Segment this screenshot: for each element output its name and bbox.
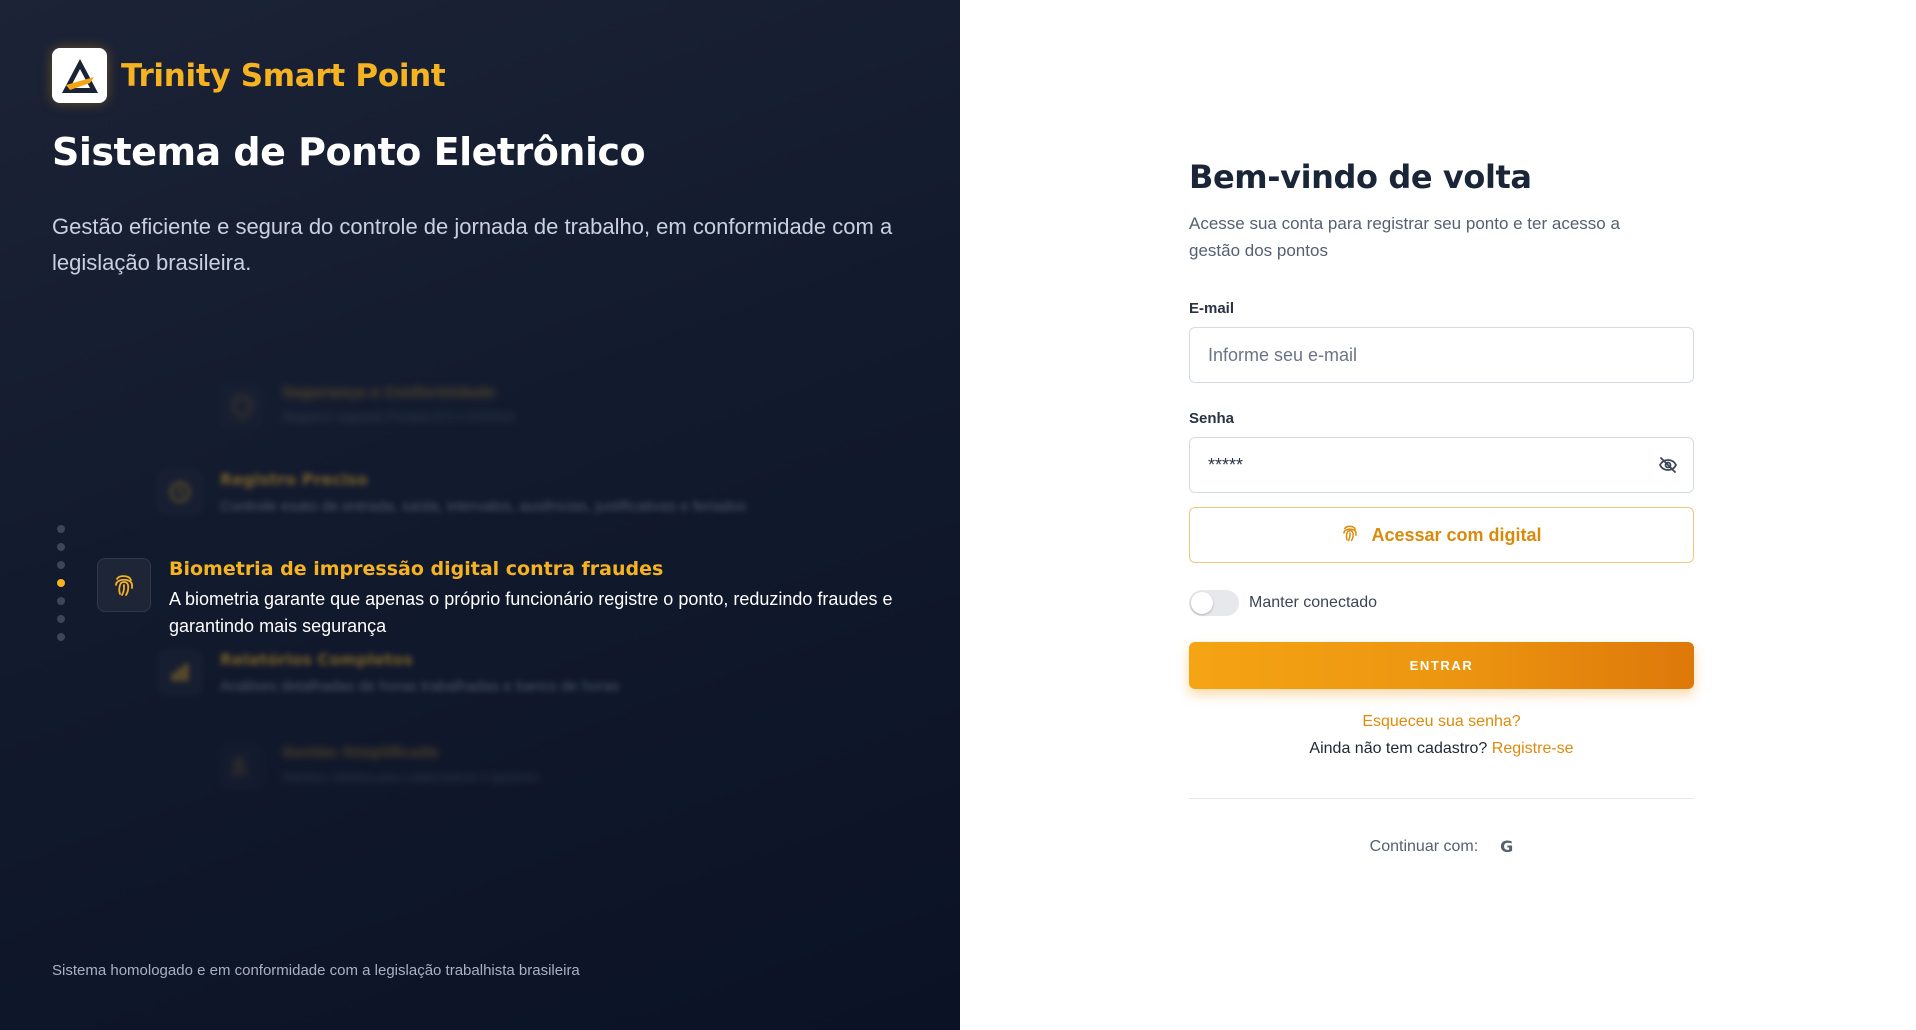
biometric-login-button[interactable]: Acessar com digital (1189, 507, 1694, 563)
continue-with-label: Continuar com: (1369, 837, 1479, 855)
remember-label: Manter conectado (1249, 594, 1378, 611)
feature-description: Controle exato de entrada, saída, interv… (220, 498, 747, 515)
divider (1189, 798, 1694, 799)
brand: Trinity Smart Point (52, 48, 446, 103)
password-field-wrapper (1189, 437, 1694, 493)
feature-item: Registro Preciso Controle exato de entra… (158, 470, 746, 515)
shield-icon (220, 385, 264, 429)
feature-title: Relatórios Completos (220, 650, 413, 669)
feature-description: Registros seguindo Portaria 671 e 373/20… (282, 410, 516, 424)
forgot-password-link[interactable]: Esqueceu sua senha? (1189, 713, 1694, 731)
login-title: Bem-vindo de volta (1189, 158, 1532, 196)
clock-icon (158, 470, 202, 514)
carousel-dot[interactable] (57, 597, 65, 605)
fingerprint-icon (1341, 523, 1359, 548)
remember-row: Manter conectado (1189, 590, 1694, 616)
login-form: Bem-vindo de volta Acesse sua conta para… (1189, 158, 1694, 856)
feature-description: A biometria garante que apenas o próprio… (169, 589, 893, 636)
carousel-dots (57, 525, 65, 651)
email-field[interactable] (1208, 344, 1675, 366)
feature-title: Gestão Simplificada (282, 745, 439, 761)
brand-name: Trinity Smart Point (121, 57, 446, 94)
register-prompt: Ainda não tem cadastro? (1309, 740, 1488, 757)
feature-item: Segurança e Conformidade Registros segui… (220, 385, 516, 429)
remember-toggle[interactable] (1189, 590, 1239, 616)
feature-title: Biometria de impressão digital contra fr… (169, 558, 664, 580)
register-row: Ainda não tem cadastro? Registre-se (1189, 740, 1694, 758)
users-icon (220, 745, 264, 789)
right-panel: Bem-vindo de volta Acesse sua conta para… (960, 0, 1916, 1030)
feature-description: Interface intuitiva para colaboradores e… (282, 770, 539, 784)
carousel-dot[interactable] (57, 525, 65, 533)
biometric-login-label: Acessar com digital (1371, 524, 1542, 545)
password-label: Senha (1189, 410, 1235, 427)
hero-title: Sistema de Ponto Eletrônico (52, 130, 646, 174)
feature-title: Registro Preciso (220, 470, 368, 489)
carousel-dot[interactable] (57, 615, 65, 623)
carousel-dot[interactable] (57, 543, 65, 551)
eye-off-icon[interactable] (1658, 456, 1678, 479)
footer-note: Sistema homologado e em conformidade com… (52, 962, 580, 979)
social-login-row: Continuar com: G (1189, 837, 1694, 856)
logo-icon (61, 58, 98, 93)
login-subtitle: Acesse sua conta para registrar seu pont… (1189, 214, 1620, 260)
fingerprint-icon (97, 558, 151, 612)
hero-description: Gestão eficiente e segura do controle de… (52, 214, 893, 275)
email-field-wrapper (1189, 327, 1694, 383)
logo (52, 48, 107, 103)
carousel-dot-active[interactable] (57, 579, 65, 587)
left-panel: Trinity Smart Point Sistema de Ponto Ele… (0, 0, 960, 1030)
password-field[interactable] (1208, 454, 1675, 476)
carousel-dot[interactable] (57, 633, 65, 641)
login-button[interactable]: ENTRAR (1189, 642, 1694, 689)
feature-item-active: Biometria de impressão digital contra fr… (97, 558, 909, 640)
register-link[interactable]: Registre-se (1492, 740, 1574, 757)
feature-title: Segurança e Conformidade (282, 385, 496, 401)
feature-description: Análises detalhadas de horas trabalhadas… (220, 678, 620, 695)
carousel-dot[interactable] (57, 561, 65, 569)
feature-item: Gestão Simplificada Interface intuitiva … (220, 745, 539, 789)
email-label: E-mail (1189, 300, 1235, 317)
chart-icon (158, 650, 202, 694)
feature-item: Relatórios Completos Análises detalhadas… (158, 650, 619, 695)
google-icon[interactable]: G (1500, 837, 1513, 856)
